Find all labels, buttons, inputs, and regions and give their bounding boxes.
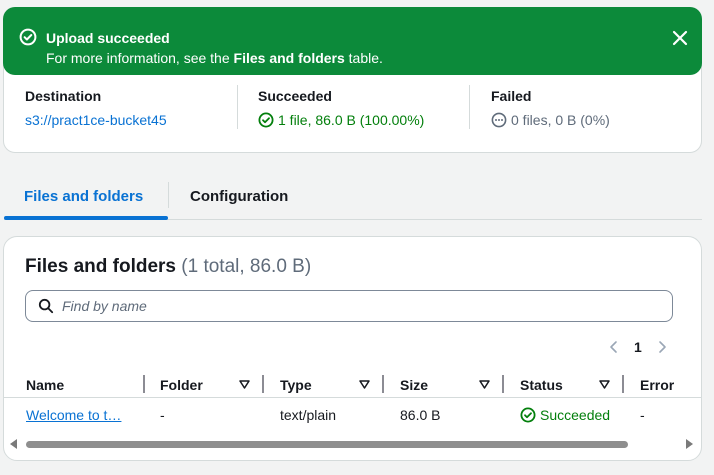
files-table-card: Files and folders (1 total, 86.0 B) 1 Na…: [3, 236, 702, 461]
check-circle-icon: [19, 28, 37, 46]
failed-column: Failed 0 files, 0 B (0%): [491, 87, 610, 129]
file-name-link[interactable]: Welcome to t…: [26, 407, 121, 423]
destination-link[interactable]: s3://pract1ce-bucket45: [25, 111, 167, 129]
scroll-left-arrow-icon[interactable]: [10, 439, 18, 449]
banner-title: Upload succeeded: [46, 30, 170, 46]
tab-bar: Files and folders Configuration: [0, 168, 714, 220]
banner-message: For more information, see the Files and …: [46, 49, 383, 67]
error-cell: -: [640, 407, 645, 423]
check-circle-icon: [258, 112, 274, 128]
failed-value-row: 0 files, 0 B (0%): [491, 111, 610, 129]
chevron-left-icon[interactable]: [608, 340, 620, 354]
sort-caret-icon[interactable]: [239, 380, 250, 389]
ellipsis-circle-icon: [491, 112, 507, 128]
column-header-error[interactable]: Error: [640, 377, 674, 393]
upload-success-banner: Upload succeeded For more information, s…: [3, 7, 702, 75]
succeeded-value-row: 1 file, 86.0 B (100.00%): [258, 111, 424, 129]
check-circle-icon: [520, 407, 536, 423]
folder-cell: -: [160, 407, 165, 423]
column-header-size[interactable]: Size: [400, 377, 428, 393]
horizontal-scrollbar[interactable]: [4, 436, 701, 452]
failed-label: Failed: [491, 88, 532, 104]
scroll-right-arrow-icon[interactable]: [685, 439, 693, 449]
table-title: Files and folders: [25, 256, 176, 277]
table-header: Name Folder Type Size Status Error: [4, 372, 701, 398]
status-cell: Succeeded: [520, 407, 610, 423]
type-cell: text/plain: [280, 407, 337, 423]
column-header-status[interactable]: Status: [520, 377, 563, 393]
active-tab-indicator: [4, 216, 168, 220]
succeeded-label: Succeeded: [258, 88, 332, 104]
chevron-right-icon[interactable]: [656, 340, 668, 354]
tab-configuration[interactable]: Configuration: [190, 188, 288, 206]
column-header-name[interactable]: Name: [26, 377, 64, 393]
failed-value: 0 files, 0 B (0%): [511, 112, 610, 128]
destination-label: Destination: [25, 88, 102, 104]
column-divider: [469, 85, 470, 129]
sort-caret-icon[interactable]: [479, 380, 490, 389]
banner-message-suffix: table.: [344, 50, 383, 66]
size-cell: 86.0 B: [400, 407, 441, 423]
succeeded-column: Succeeded 1 file, 86.0 B (100.00%): [258, 87, 424, 129]
tab-separator: [168, 182, 169, 208]
column-header-folder[interactable]: Folder: [160, 377, 203, 393]
page-number[interactable]: 1: [634, 339, 642, 355]
column-divider: [237, 85, 238, 129]
scrollbar-thumb[interactable]: [26, 441, 628, 448]
search-field[interactable]: [25, 290, 673, 322]
table-heading: Files and folders (1 total, 86.0 B): [25, 255, 311, 279]
column-resizer[interactable]: [622, 375, 624, 393]
table-count: (1 total, 86.0 B): [181, 256, 312, 277]
sort-caret-icon[interactable]: [599, 380, 610, 389]
column-resizer[interactable]: [382, 375, 384, 393]
table-row: Welcome to t… - text/plain 86.0 B Succee…: [4, 399, 701, 429]
column-header-type[interactable]: Type: [280, 377, 312, 393]
search-icon: [38, 298, 54, 314]
column-resizer[interactable]: [262, 375, 264, 393]
banner-message-bold: Files and folders: [233, 50, 345, 66]
column-resizer[interactable]: [502, 375, 504, 393]
pagination: 1: [608, 337, 668, 357]
search-input[interactable]: [62, 298, 642, 314]
tab-files-and-folders[interactable]: Files and folders: [24, 188, 143, 206]
close-icon[interactable]: [669, 27, 691, 49]
banner-message-prefix: For more information, see the: [46, 50, 234, 66]
sort-caret-icon[interactable]: [359, 380, 370, 389]
destination-column: Destination s3://pract1ce-bucket45: [25, 87, 167, 129]
column-resizer[interactable]: [143, 375, 145, 393]
succeeded-value: 1 file, 86.0 B (100.00%): [278, 112, 425, 128]
status-text: Succeeded: [540, 407, 611, 423]
